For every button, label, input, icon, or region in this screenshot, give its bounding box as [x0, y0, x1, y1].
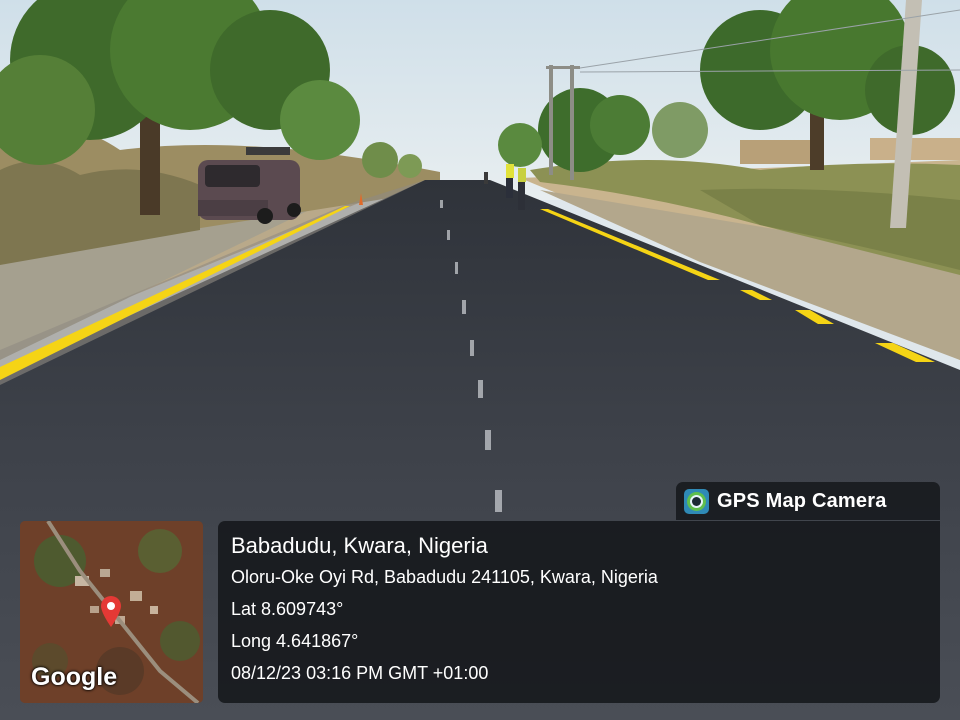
- longitude-readout: Long 4.641867°: [231, 631, 359, 651]
- timestamp-readout: 08/12/23 03:16 PM GMT +01:00: [231, 663, 489, 683]
- gps-map-camera-logo-icon: [684, 488, 709, 514]
- latitude-readout: Lat 8.609743°: [231, 599, 344, 619]
- place-name: Babadudu, Kwara, Nigeria: [231, 533, 488, 558]
- gps-map-camera-badge: GPS Map Camera: [676, 482, 940, 520]
- google-logo-label: Google: [31, 663, 118, 691]
- app-name-label: GPS Map Camera: [717, 489, 887, 512]
- address-line: Oloru-Oke Oyi Rd, Babadudu 241105, Kwara…: [231, 567, 658, 587]
- location-info-panel: Babadudu, Kwara, Nigeria Oloru-Oke Oyi R…: [218, 521, 940, 703]
- location-pin-icon: [101, 596, 121, 627]
